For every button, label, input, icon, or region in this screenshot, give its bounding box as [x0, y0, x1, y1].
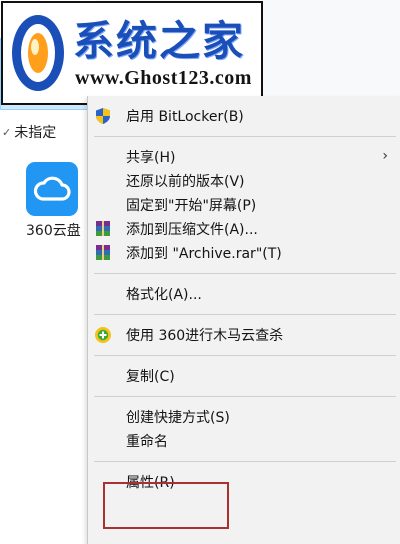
360-scan-icon: [94, 326, 112, 344]
menu-item-bitlocker[interactable]: 启用 BitLocker(B): [88, 104, 400, 128]
menu-item-label: 共享(H): [126, 150, 176, 166]
menu-item-label: 还原以前的版本(V): [126, 174, 245, 190]
properties-highlight-box: [103, 482, 229, 529]
winrar-icon: [94, 220, 112, 238]
menu-separator: [94, 273, 396, 274]
shield-icon: [94, 107, 112, 125]
menu-separator: [94, 314, 396, 315]
group-header-label: 未指定: [14, 125, 57, 141]
menu-item-copy[interactable]: 复制(C): [88, 364, 400, 388]
menu-item-label: 使用 360进行木马云查杀: [126, 328, 284, 344]
menu-item-create-shortcut[interactable]: 创建快捷方式(S): [88, 405, 400, 429]
explorer-window: ✓ 未指定 360云盘 系统之家 www.Ghost123.com 启用 Bit…: [0, 0, 400, 544]
watermark-logo: 系统之家 www.Ghost123.com: [1, 1, 263, 105]
menu-item-share[interactable]: 共享(H) ›: [88, 145, 400, 169]
menu-item-add-to-archive-rar[interactable]: 添加到 "Archive.rar"(T): [88, 241, 400, 265]
cloud-icon[interactable]: [26, 162, 78, 216]
menu-item-label: 添加到 "Archive.rar"(T): [126, 246, 282, 262]
winrar-icon: [94, 244, 112, 262]
menu-item-rename[interactable]: 重命名: [88, 429, 400, 453]
menu-separator: [94, 136, 396, 137]
logo-emblem-icon: [3, 5, 73, 101]
menu-item-label: 格式化(A)...: [126, 287, 202, 303]
context-menu: 启用 BitLocker(B) 共享(H) › 还原以前的版本(V) 固定到"开…: [87, 96, 400, 544]
group-header-unspecified[interactable]: ✓ 未指定: [2, 122, 56, 142]
menu-separator: [94, 396, 396, 397]
logo-url: www.Ghost123.com: [75, 67, 252, 89]
menu-item-pin-to-start[interactable]: 固定到"开始"屏幕(P): [88, 193, 400, 217]
menu-item-label: 创建快捷方式(S): [126, 410, 230, 426]
menu-item-label: 重命名: [126, 434, 168, 450]
menu-item-360-scan[interactable]: 使用 360进行木马云查杀: [88, 323, 400, 347]
menu-item-add-to-archive[interactable]: 添加到压缩文件(A)...: [88, 217, 400, 241]
logo-title: 系统之家: [73, 17, 245, 65]
menu-item-label: 添加到压缩文件(A)...: [126, 222, 258, 238]
menu-item-restore-previous-versions[interactable]: 还原以前的版本(V): [88, 169, 400, 193]
chevron-right-icon: ›: [382, 148, 388, 164]
chevron-down-icon[interactable]: ✓: [2, 126, 11, 139]
menu-item-format[interactable]: 格式化(A)...: [88, 282, 400, 306]
menu-item-label: 复制(C): [126, 369, 175, 385]
menu-separator: [94, 355, 396, 356]
menu-separator: [94, 461, 396, 462]
cloud-drive-label[interactable]: 360云盘: [26, 220, 81, 240]
menu-item-label: 启用 BitLocker(B): [126, 109, 244, 125]
menu-item-label: 固定到"开始"屏幕(P): [126, 198, 257, 214]
